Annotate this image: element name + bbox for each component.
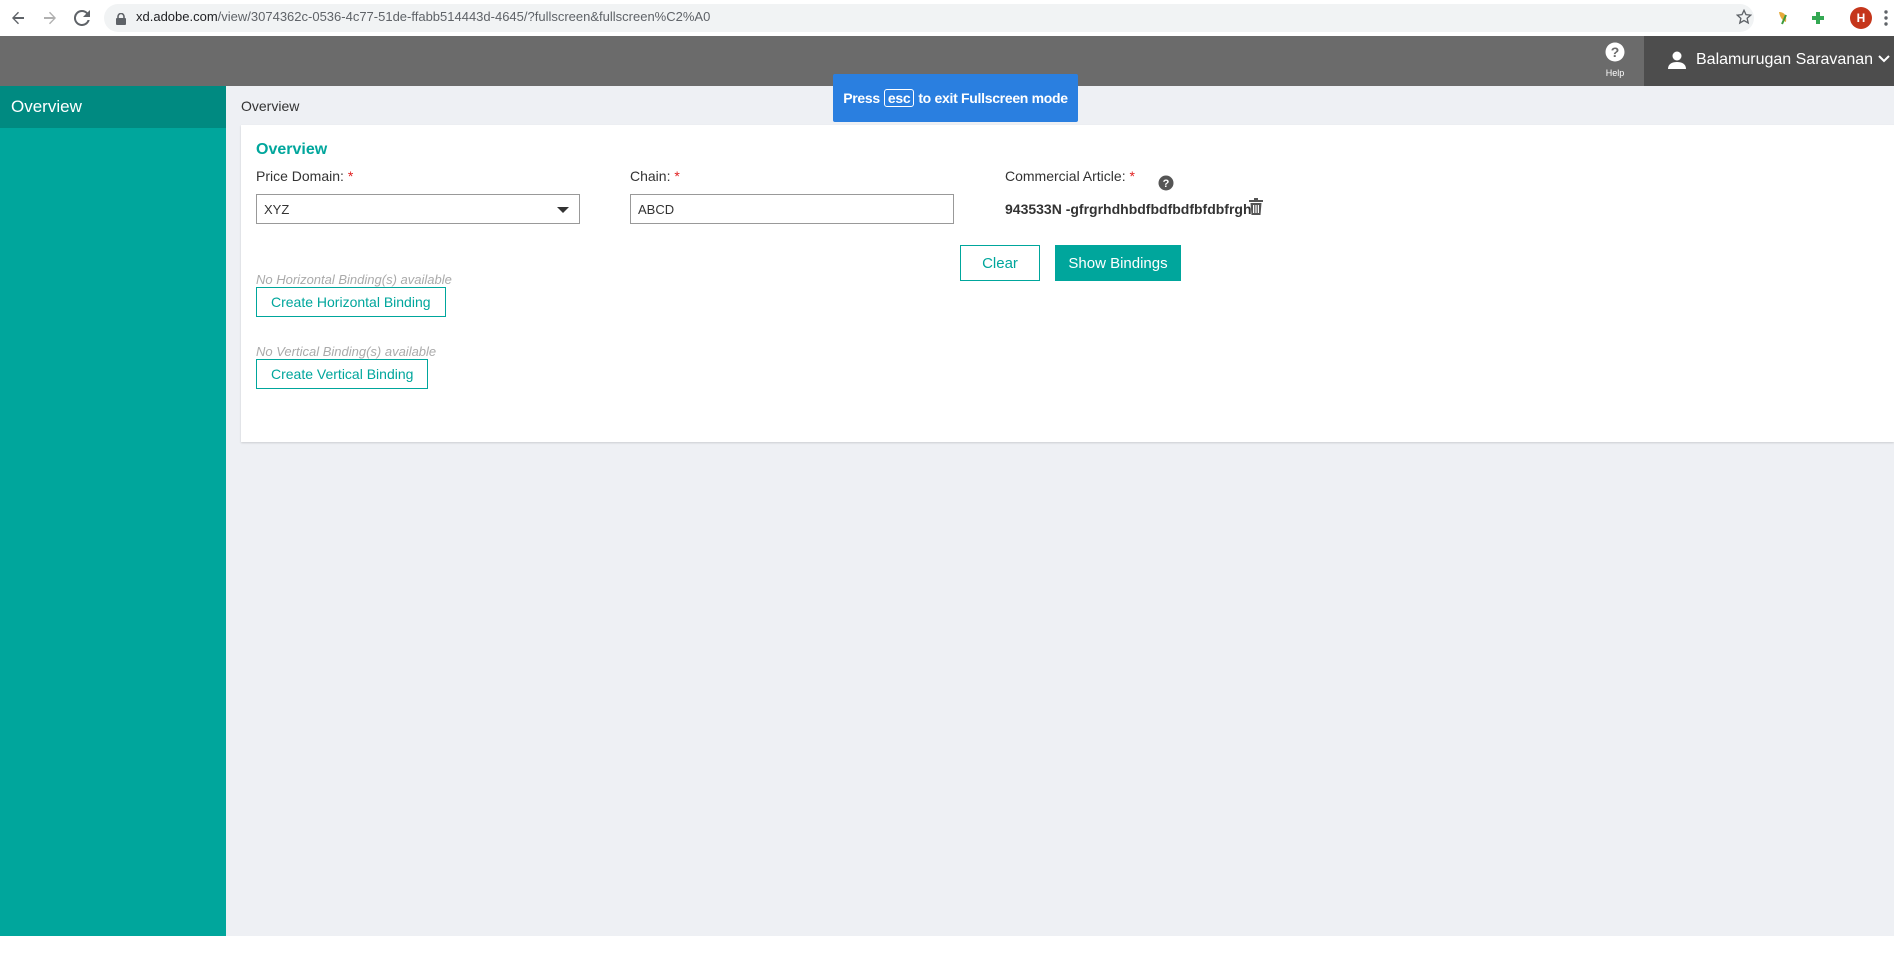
chain-value: ABCD (638, 202, 675, 217)
create-horizontal-binding-button[interactable]: Create Horizontal Binding (256, 287, 446, 317)
more-menu-icon[interactable] (1884, 10, 1888, 26)
required-mark: * (674, 168, 680, 184)
help-icon: ? (1605, 42, 1625, 62)
fullscreen-toast: Press esc to exit Fullscreen mode (833, 74, 1078, 122)
price-domain-select[interactable]: XYZ (256, 194, 580, 224)
commercial-article-value: 943533N -gfrgrhdhbdfbdfbdfbfdbfrgh (1005, 201, 1252, 217)
user-name: Balamurugan Saravanan (1696, 51, 1874, 68)
price-domain-label: Price Domain: * (256, 168, 354, 184)
user-icon (1668, 51, 1686, 69)
lock-icon (116, 13, 126, 25)
breadcrumb: Overview (241, 98, 300, 114)
back-arrow-icon (12, 11, 24, 25)
bookmark-star-icon[interactable] (1736, 9, 1752, 25)
toast-prefix: Press (843, 90, 880, 106)
trash-icon[interactable] (1249, 198, 1263, 215)
price-domain-value: XYZ (264, 202, 290, 217)
overview-card: Overview Price Domain: * XYZ Chain: * AB… (241, 125, 1894, 442)
extension-leaf-icon[interactable] (1772, 6, 1796, 30)
sidebar: Overview (0, 86, 226, 936)
svg-text:?: ? (1611, 44, 1620, 60)
reload-icon (74, 10, 90, 26)
back-button[interactable] (6, 6, 30, 30)
reload-button[interactable] (70, 6, 94, 30)
create-vertical-binding-button[interactable]: Create Vertical Binding (256, 359, 429, 389)
required-mark: * (1129, 168, 1135, 184)
no-vertical-bindings-note: No Vertical Binding(s) available (256, 344, 437, 359)
no-horizontal-bindings-note: No Horizontal Binding(s) available (256, 272, 452, 287)
forward-arrow-icon (44, 11, 56, 25)
esc-key: esc (883, 89, 915, 107)
user-menu[interactable]: Balamurugan Saravanan (1644, 36, 1894, 86)
show-bindings-button[interactable]: Show Bindings (1055, 245, 1181, 281)
svg-text:?: ? (1163, 178, 1170, 190)
extension-plus-icon[interactable] (1806, 6, 1830, 30)
card-title: Overview (256, 141, 328, 158)
main-content: Overview Overview Price Domain: * XYZ Ch… (226, 86, 1894, 936)
browser-toolbar: xd.adobe.com/view/3074362c-0536-4c77-51d… (0, 0, 1894, 36)
dropdown-caret-icon (557, 207, 569, 213)
help-label: Help (1605, 68, 1625, 78)
question-icon[interactable]: ? (1158, 175, 1174, 191)
toast-suffix: to exit Fullscreen mode (918, 90, 1068, 106)
profile-avatar[interactable]: H (1850, 7, 1872, 29)
url-text: xd.adobe.com/view/3074362c-0536-4c77-51d… (136, 9, 711, 24)
chevron-down-icon (1878, 55, 1890, 63)
required-mark: * (347, 168, 354, 184)
forward-button[interactable] (38, 6, 62, 30)
sidebar-item-overview[interactable]: Overview (0, 86, 226, 128)
chain-input[interactable]: ABCD (630, 194, 954, 224)
chain-label: Chain: * (630, 168, 680, 184)
commercial-article-label: Commercial Article: * (1005, 168, 1135, 184)
clear-button[interactable]: Clear (960, 245, 1040, 281)
help-button[interactable]: ? Help (1598, 42, 1632, 78)
